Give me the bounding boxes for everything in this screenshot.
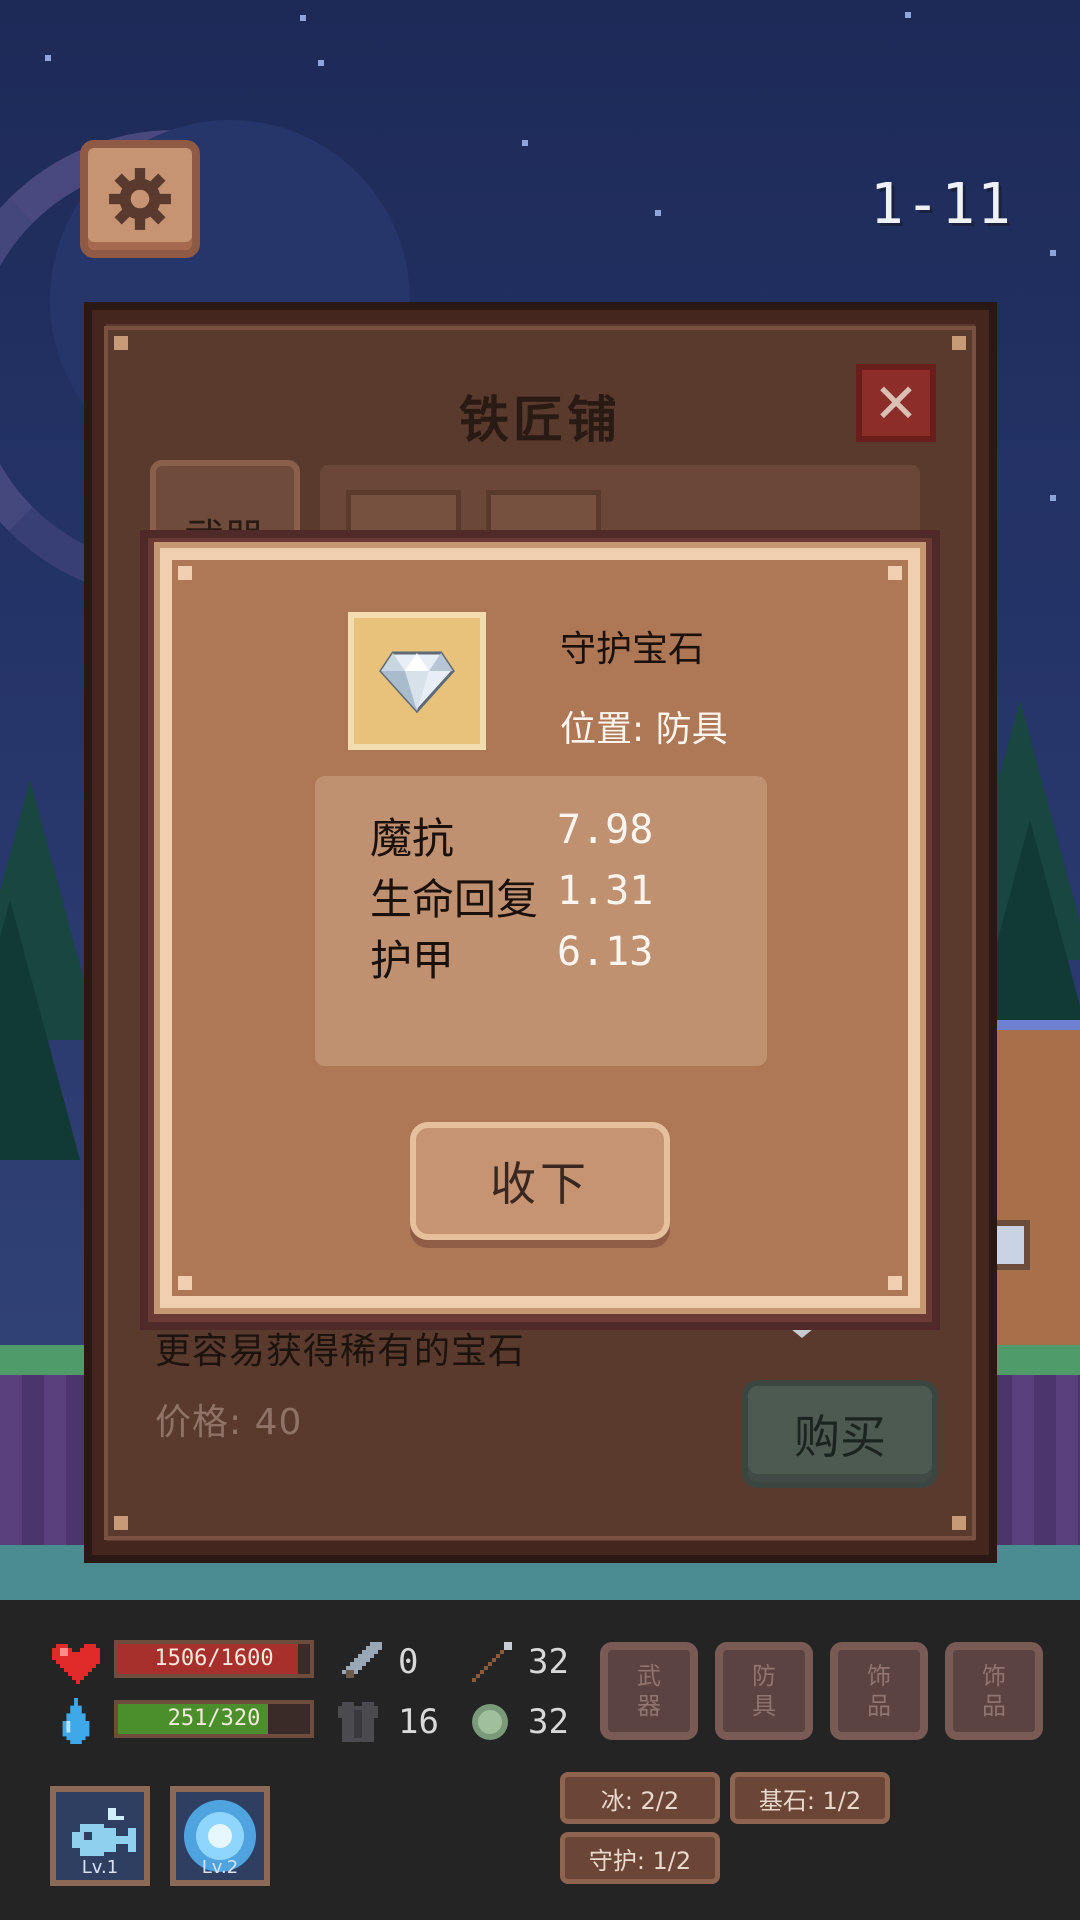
- slot-label: 饰: [867, 1662, 891, 1690]
- star: [45, 55, 51, 61]
- skill-ice-vortex[interactable]: Lv.2: [170, 1786, 270, 1886]
- set-bonus-tag: 冰: 2/2: [560, 1772, 720, 1824]
- buy-button[interactable]: 购买: [742, 1380, 938, 1488]
- close-button[interactable]: ✕: [856, 364, 936, 442]
- spear-icon: [472, 1642, 512, 1682]
- attack2-value: 32: [528, 1642, 569, 1682]
- corner-rivet: [888, 566, 902, 580]
- stat-name: 生命回复: [370, 875, 539, 924]
- set-bonus-tag: 守护: 1/2: [560, 1832, 720, 1884]
- water-drop-icon: [62, 1698, 90, 1744]
- star: [905, 12, 911, 18]
- equip-slot-weapon[interactable]: 武 器: [600, 1642, 698, 1740]
- stat-value: 7.98: [557, 807, 654, 853]
- tree: [0, 900, 80, 1160]
- slot-label: 品: [867, 1692, 891, 1720]
- house: [990, 1030, 1080, 1360]
- skill-ice-fish[interactable]: Lv.1: [50, 1786, 150, 1886]
- stat-name: 护甲: [370, 936, 455, 985]
- slot-label: 防: [752, 1662, 776, 1690]
- item-name: 守护宝石: [560, 629, 705, 670]
- house-window: [990, 1220, 1030, 1270]
- item-icon-slot: [348, 612, 486, 750]
- slot-label: 器: [637, 1692, 661, 1720]
- skill-level: Lv.1: [81, 1857, 119, 1878]
- accept-button[interactable]: 收下: [410, 1122, 670, 1240]
- set-bonus-tag: 基石: 1/2: [730, 1772, 890, 1824]
- corner-rivet: [114, 1516, 128, 1530]
- slot-label: 品: [982, 1692, 1006, 1720]
- corner-rivet: [952, 336, 966, 350]
- mp-bar: 251/320: [114, 1700, 314, 1738]
- diamond-icon: [379, 651, 455, 713]
- armor-icon: [338, 1702, 378, 1742]
- corner-rivet: [888, 1276, 902, 1290]
- close-icon: ✕: [873, 371, 919, 435]
- magic-res-value: 32: [528, 1702, 569, 1742]
- corner-rivet: [178, 1276, 192, 1290]
- star: [300, 15, 306, 21]
- gear-icon: [109, 168, 171, 230]
- mp-text: 251/320: [167, 1706, 261, 1731]
- corner-rivet: [114, 336, 128, 350]
- slot-label: 武: [637, 1662, 661, 1690]
- defense-value: 16: [398, 1702, 439, 1742]
- item-slot-label: 位置: 防具: [560, 709, 728, 750]
- magic-orb-icon: [472, 1704, 508, 1740]
- slot-label: 饰: [982, 1662, 1006, 1690]
- equip-slot-accessory-1[interactable]: 饰 品: [830, 1642, 928, 1740]
- stat-value: 6.13: [557, 929, 654, 975]
- settings-button[interactable]: [80, 140, 200, 258]
- sword-icon: [342, 1642, 382, 1678]
- equip-slot-accessory-2[interactable]: 饰 品: [945, 1642, 1043, 1740]
- star: [318, 60, 324, 66]
- star: [655, 210, 661, 216]
- shop-item-price: 价格: 40: [155, 1402, 303, 1443]
- corner-rivet: [178, 566, 192, 580]
- star: [1050, 250, 1056, 256]
- attack-value: 0: [398, 1642, 419, 1682]
- level-indicator: 1-11: [870, 172, 1013, 237]
- heart-icon: [52, 1644, 100, 1684]
- star: [1050, 495, 1056, 501]
- stat-name: 魔抗: [370, 814, 455, 863]
- skill-level: Lv.2: [201, 1857, 239, 1878]
- stat-value: 1.31: [557, 868, 654, 914]
- star: [522, 140, 528, 146]
- corner-rivet: [952, 1516, 966, 1530]
- hp-text: 1506/1600: [154, 1646, 274, 1671]
- slot-label: 具: [752, 1692, 776, 1720]
- hp-bar: 1506/1600: [114, 1640, 314, 1678]
- equip-slot-armor[interactable]: 防 具: [715, 1642, 813, 1740]
